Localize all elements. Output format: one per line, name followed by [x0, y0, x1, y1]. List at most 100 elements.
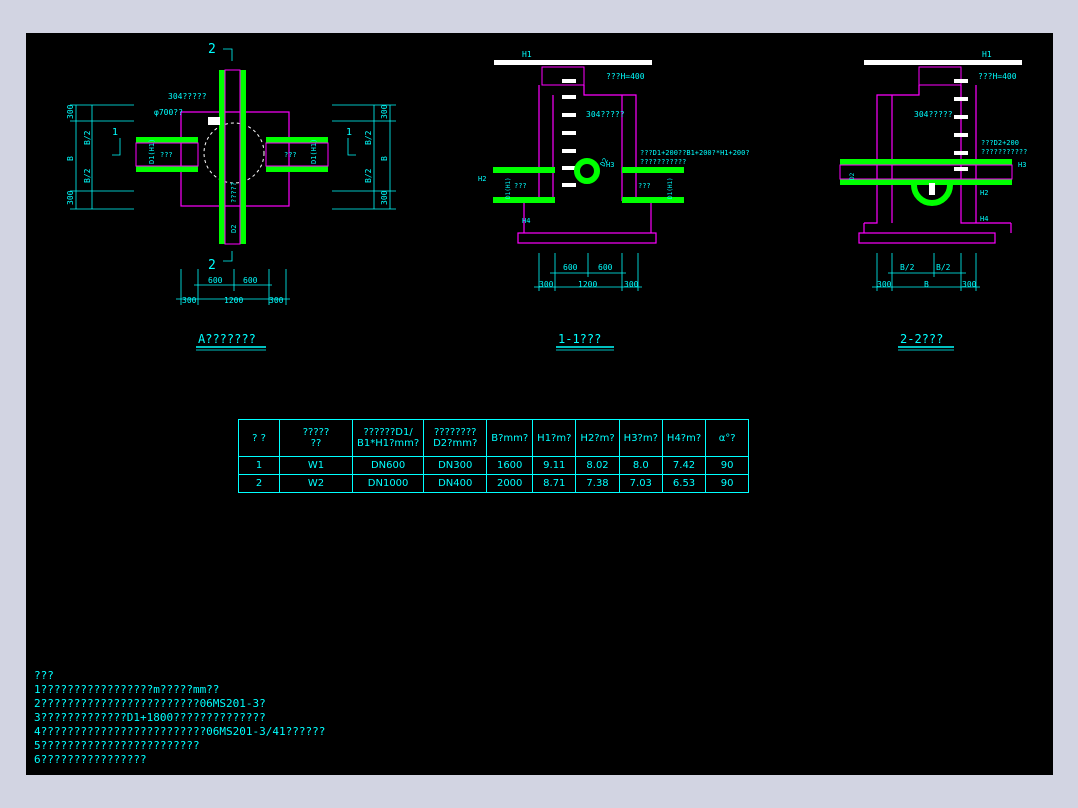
section-marker-1-left: [112, 138, 121, 156]
plan-dim-b-right: B: [380, 156, 389, 161]
plan-view: 2 2 1 1 304????? φ700?? ??? ??? D1(H1) D…: [66, 42, 396, 351]
plan-dim-300-bot-right: 300: [380, 190, 389, 205]
plan-dim-b2-bot-left: B/2: [83, 168, 92, 183]
plan-manhole-circle: [203, 122, 265, 184]
table-cell: 9.11: [532, 456, 577, 475]
s11-base-slab: [517, 232, 657, 244]
table-header-cell: H1?m?: [532, 419, 577, 457]
plan-dim-300-top-left: 300: [66, 104, 75, 119]
s22-view-title: 2-2???: [900, 332, 943, 346]
plan-dim-600-left: 600: [208, 276, 223, 285]
parameter-table: ? ? ????? ?? ??????D1/ B1*H1?mm? ???????…: [238, 419, 750, 493]
table-cell: 8.0: [618, 456, 663, 475]
s22-note-ladder: 304?????: [914, 110, 953, 119]
plan-label-1-left: 1: [112, 127, 118, 138]
s22-note-d2: ???D2+200: [981, 139, 1019, 147]
table-cell: DN600: [351, 456, 425, 475]
note-line: 3?????????????D1+1800??????????????: [34, 711, 266, 724]
plan-dim-600-right: 600: [243, 276, 258, 285]
s11-note-d1: ???D1+200??B1+200?*H1+200?: [640, 149, 750, 157]
s11-dim-600-right: 600: [598, 263, 613, 272]
s11-label-h1: H1: [522, 50, 532, 59]
notes-heading: ???: [34, 669, 54, 682]
plan-pipe-right: [265, 142, 329, 167]
plan-dim-b2-top-left: B/2: [83, 130, 92, 145]
s22-ground-line: [864, 60, 1022, 65]
table-header-cell: ? ?: [238, 419, 280, 457]
plan-dim-b2-bot-right: B/2: [364, 168, 373, 183]
plan-dim-300-left: 300: [182, 296, 197, 305]
note-line: 5????????????????????????: [34, 739, 200, 752]
plan-note-ladder: 304?????: [168, 92, 207, 101]
table-header-cell: H4?m?: [661, 419, 707, 457]
table-cell: DN400: [423, 474, 488, 493]
s22-dim-b: B: [924, 280, 929, 289]
plan-view-title: A???????: [198, 332, 256, 346]
table-cell: 7.38: [575, 474, 620, 493]
note-line: 1?????????????????m?????mm??: [34, 683, 220, 696]
section-marker-2-bot: [223, 251, 233, 262]
plan-label-2-top: 2: [208, 42, 216, 57]
table-header-cell: ??????D1/ B1*H1?mm?: [351, 419, 425, 457]
plan-dim-1200: 1200: [224, 296, 243, 305]
table-row: 1 W1 DN600 DN300 1600 9.11 8.02 8.0 7.42…: [238, 456, 750, 475]
section-1-1-view: H1 ???H=400 304????? ???D1+200??B1+200?*…: [478, 50, 750, 351]
table-header-cell: α°?: [705, 419, 750, 457]
plan-ladder-step-icon: [208, 117, 220, 125]
s22-note-h400: ???H=400: [978, 72, 1017, 81]
s11-outlet-pipe-d2: [574, 158, 600, 184]
s11-view-title: 1-1???: [558, 332, 601, 346]
s11-dim-300-right: 300: [624, 280, 639, 289]
table-row: 2 W2 DN1000 DN400 2000 8.71 7.38 7.03 6.…: [238, 474, 750, 493]
s22-label-h3: H3: [1018, 161, 1026, 169]
cad-drawing: 2 2 1 1 304????? φ700?? ??? ??? D1(H1) D…: [66, 42, 1027, 351]
s11-note-d1b: ???????????: [640, 158, 686, 166]
plan-flow-right: ???: [284, 151, 297, 159]
table-cell: 7.42: [661, 456, 707, 475]
table-cell: DN1000: [351, 474, 425, 493]
s11-dim-300-left: 300: [539, 280, 554, 289]
section-2-2-view: H1 ???H=400 304????? ???D2+200 ?????????…: [839, 50, 1027, 351]
plan-dim-b-left: B: [66, 156, 75, 161]
table-cell: 90: [705, 456, 750, 475]
note-line: 4?????????????????????????06MS201-3/41??…: [34, 725, 326, 738]
s11-dim-600-left: 600: [563, 263, 578, 272]
table-header-cell: B?mm?: [486, 419, 534, 457]
s22-pipe-label: D2: [849, 172, 856, 180]
table-cell: 90: [705, 474, 750, 493]
s11-note-h400: ???H=400: [606, 72, 645, 81]
table-cell: DN300: [423, 456, 488, 475]
plan-flow-vertical: ?????: [230, 182, 238, 203]
plan-dim-300-bot-left: 300: [66, 190, 75, 205]
plan-label-1-right: 1: [346, 127, 352, 138]
s22-base-slab: [858, 232, 996, 244]
note-line: 2????????????????????????06MS201-3?: [34, 697, 266, 710]
table-cell: W1: [279, 456, 353, 475]
table-cell: 2000: [486, 474, 534, 493]
drawing-notes: ??? 1?????????????????m?????mm?? 2??????…: [34, 669, 325, 767]
table-header-row: ? ? ????? ?? ??????D1/ B1*H1?mm? ???????…: [238, 419, 750, 457]
s11-ground-line: [494, 60, 652, 65]
table-cell: 1600: [486, 456, 534, 475]
s22-dim-300-left: 300: [877, 280, 892, 289]
table-cell: 6.53: [661, 474, 707, 493]
plan-pipe-label-d2: D2: [230, 225, 238, 233]
s11-pipe-left: D1(H1): [505, 177, 512, 199]
s11-flow-right: ???: [638, 182, 651, 190]
s22-dim-300-right: 300: [962, 280, 977, 289]
table-cell: 2: [238, 474, 280, 493]
section-marker-1-right: [347, 138, 356, 156]
table-cell: 7.03: [618, 474, 663, 493]
plan-flow-left: ???: [160, 151, 173, 159]
s11-pipe-right: D1(H1): [667, 177, 674, 199]
table-cell: 8.02: [575, 456, 620, 475]
plan-dim-300-right: 300: [269, 296, 284, 305]
s22-note-d2b: ???????????: [981, 148, 1027, 156]
s11-label-h3: H3: [606, 161, 614, 169]
s22-label-h1: H1: [982, 50, 992, 59]
s11-note-ladder: 304?????: [586, 110, 625, 119]
s22-label-h2: H2: [980, 189, 988, 197]
plan-dim-300-top-right: 300: [380, 104, 389, 119]
cad-drawing-canvas: 2 2 1 1 304????? φ700?? ??? ??? D1(H1) D…: [26, 33, 1053, 775]
note-line: 6????????????????: [34, 753, 147, 766]
